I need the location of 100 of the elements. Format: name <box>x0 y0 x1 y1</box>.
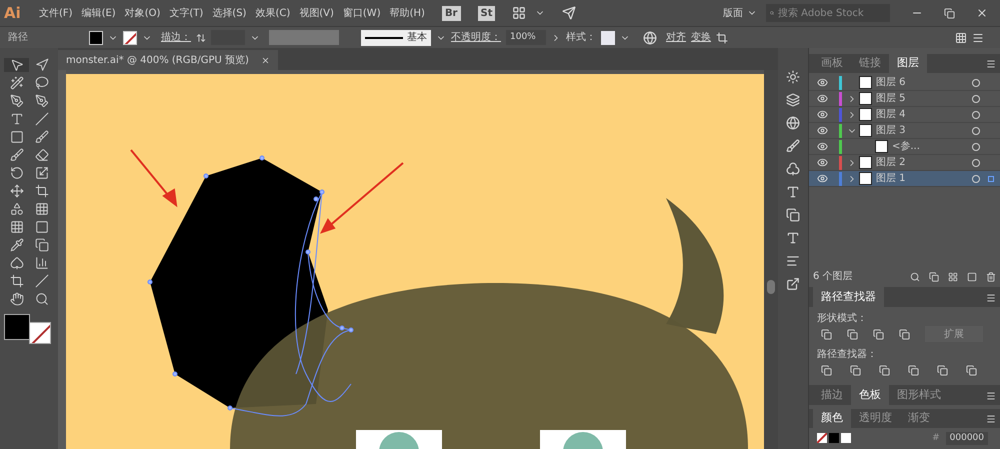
panel-tab[interactable]: 图层 <box>889 54 927 74</box>
eye-icon[interactable] <box>816 173 828 184</box>
layer-name[interactable]: 图层 6 <box>876 75 972 90</box>
menu-item[interactable]: 对象(O) <box>124 6 160 20</box>
layer-row[interactable]: 图层 6 <box>809 75 1000 92</box>
menu-item[interactable]: 效果(C) <box>255 6 290 20</box>
magic-wand-icon[interactable] <box>10 76 24 90</box>
close-icon[interactable] <box>260 56 270 64</box>
fill-swatch[interactable] <box>89 30 103 44</box>
perspective-grid-icon[interactable] <box>34 202 48 216</box>
selection-square-icon[interactable] <box>988 176 994 182</box>
layer-name[interactable]: 图层 3 <box>876 123 972 138</box>
layer-name[interactable]: 图层 4 <box>876 107 972 122</box>
direct-selection-tool-icon[interactable] <box>34 58 48 72</box>
curvature-pen-icon[interactable] <box>34 94 48 108</box>
search-icon[interactable] <box>910 272 920 282</box>
panel-menu-icon[interactable] <box>986 390 996 401</box>
layer-name[interactable]: 图层 2 <box>876 155 972 170</box>
pen-tool-icon[interactable] <box>10 94 24 108</box>
style-swatch[interactable] <box>601 30 615 44</box>
panel-tab[interactable]: 画板 <box>813 54 851 74</box>
stroke-swatch[interactable] <box>123 30 137 44</box>
menu-item[interactable]: 编辑(E) <box>82 6 116 20</box>
mesh-tool-icon[interactable] <box>10 220 24 234</box>
graph-tool-icon[interactable] <box>34 256 48 270</box>
rotate-tool-icon[interactable] <box>10 166 24 180</box>
menu-item[interactable]: 文件(F) <box>39 6 73 20</box>
stroke-profile-dropdown[interactable]: 基本 <box>361 30 431 46</box>
layer-row[interactable]: 图层 4 <box>809 107 1000 124</box>
panel-tab[interactable]: 颜色 <box>813 408 851 428</box>
stroke-color-box[interactable] <box>29 322 51 344</box>
eye-icon[interactable] <box>816 109 828 120</box>
opacity-link[interactable]: 不透明度： <box>451 30 501 45</box>
panel-tab[interactable]: 描边 <box>813 385 851 405</box>
eyedropper-icon[interactable] <box>10 238 24 252</box>
none-swatch[interactable] <box>817 433 827 444</box>
brushes-icon[interactable] <box>786 139 800 153</box>
opacity-field[interactable]: 100% <box>506 30 546 45</box>
scale-tool-icon[interactable] <box>34 166 48 180</box>
eye-icon[interactable] <box>816 77 828 88</box>
type-tool-icon[interactable] <box>10 112 24 126</box>
new-layer-icon[interactable] <box>967 272 977 282</box>
layer-row[interactable]: 图层 1 <box>809 171 1000 188</box>
document-tab[interactable]: monster.ai* @ 400% (RGB/GPU 预览) <box>58 50 278 70</box>
align-icon[interactable] <box>786 254 800 268</box>
panel-tab[interactable]: 路径查找器 <box>813 287 884 307</box>
menu-item[interactable]: 窗口(W) <box>342 6 381 20</box>
hand-icon[interactable] <box>10 292 24 306</box>
panel-menu-icon[interactable] <box>986 59 996 70</box>
default-fill-swatch[interactable] <box>829 433 839 444</box>
stepper-icon[interactable] <box>196 32 206 42</box>
layer-row[interactable]: <参... <box>809 139 1000 156</box>
app-launch-button[interactable]: St <box>478 6 496 20</box>
sun-icon[interactable] <box>786 70 800 84</box>
menu-item[interactable]: 视图(V) <box>299 6 334 20</box>
menu-item[interactable]: 帮助(H) <box>390 6 425 20</box>
variable-width-field[interactable] <box>269 30 339 45</box>
line-tool-icon[interactable] <box>34 112 48 126</box>
eye-icon[interactable] <box>816 93 828 104</box>
transform-link[interactable]: 变换 <box>691 30 711 45</box>
workspace-switcher[interactable]: 版面 <box>723 6 757 20</box>
stroke-link[interactable]: 描边： <box>161 30 191 45</box>
trash-icon[interactable] <box>986 272 996 282</box>
panel-menu-icon[interactable] <box>986 414 996 424</box>
club-icon[interactable] <box>786 162 800 176</box>
eye-icon[interactable] <box>816 141 828 152</box>
panel-menu-icon[interactable] <box>986 292 996 303</box>
menu-item[interactable]: 文字(T) <box>169 6 204 20</box>
paintbrush-icon[interactable] <box>34 130 48 144</box>
layer-row[interactable]: 图层 5 <box>809 91 1000 108</box>
lasso-icon[interactable] <box>34 76 48 90</box>
layer-name[interactable]: 图层 5 <box>876 91 972 106</box>
eraser-icon[interactable] <box>34 148 48 162</box>
rectangle-tool-icon[interactable] <box>10 130 24 144</box>
layer-name[interactable]: <参... <box>892 139 972 154</box>
vertical-scrollbar[interactable] <box>764 70 778 449</box>
app-launch-button[interactable]: Br <box>442 6 460 20</box>
layer-name[interactable]: 图层 1 <box>876 171 972 186</box>
menu-icon[interactable] <box>972 32 984 44</box>
align-link[interactable]: 对齐 <box>666 30 686 45</box>
panel-tab[interactable]: 渐变 <box>900 408 938 428</box>
selection-tool-icon[interactable] <box>10 58 24 72</box>
stock-search-field[interactable]: 搜索 Adobe Stock <box>766 4 890 22</box>
layer-row[interactable]: 图层 3 <box>809 123 1000 140</box>
eye-icon[interactable] <box>816 157 828 168</box>
panel-tab[interactable]: 透明度 <box>851 408 900 428</box>
eye-icon[interactable] <box>816 125 828 136</box>
default-stroke-swatch[interactable] <box>841 433 851 444</box>
close-icon[interactable] <box>976 7 988 19</box>
panel-tab[interactable]: 图形样式 <box>889 385 949 405</box>
panel-tab[interactable]: 链接 <box>851 54 889 74</box>
restore-icon[interactable] <box>944 8 955 18</box>
export-icon[interactable] <box>786 277 800 291</box>
menu-item[interactable]: 选择(S) <box>212 6 246 20</box>
fill-color-box[interactable] <box>4 314 30 340</box>
arrange-documents-icon[interactable] <box>512 6 526 20</box>
hex-field[interactable]: 000000 <box>946 432 988 446</box>
panel-tab[interactable]: 色板 <box>851 385 889 405</box>
grid-icon[interactable] <box>955 32 967 44</box>
zoom-icon[interactable] <box>34 292 48 306</box>
